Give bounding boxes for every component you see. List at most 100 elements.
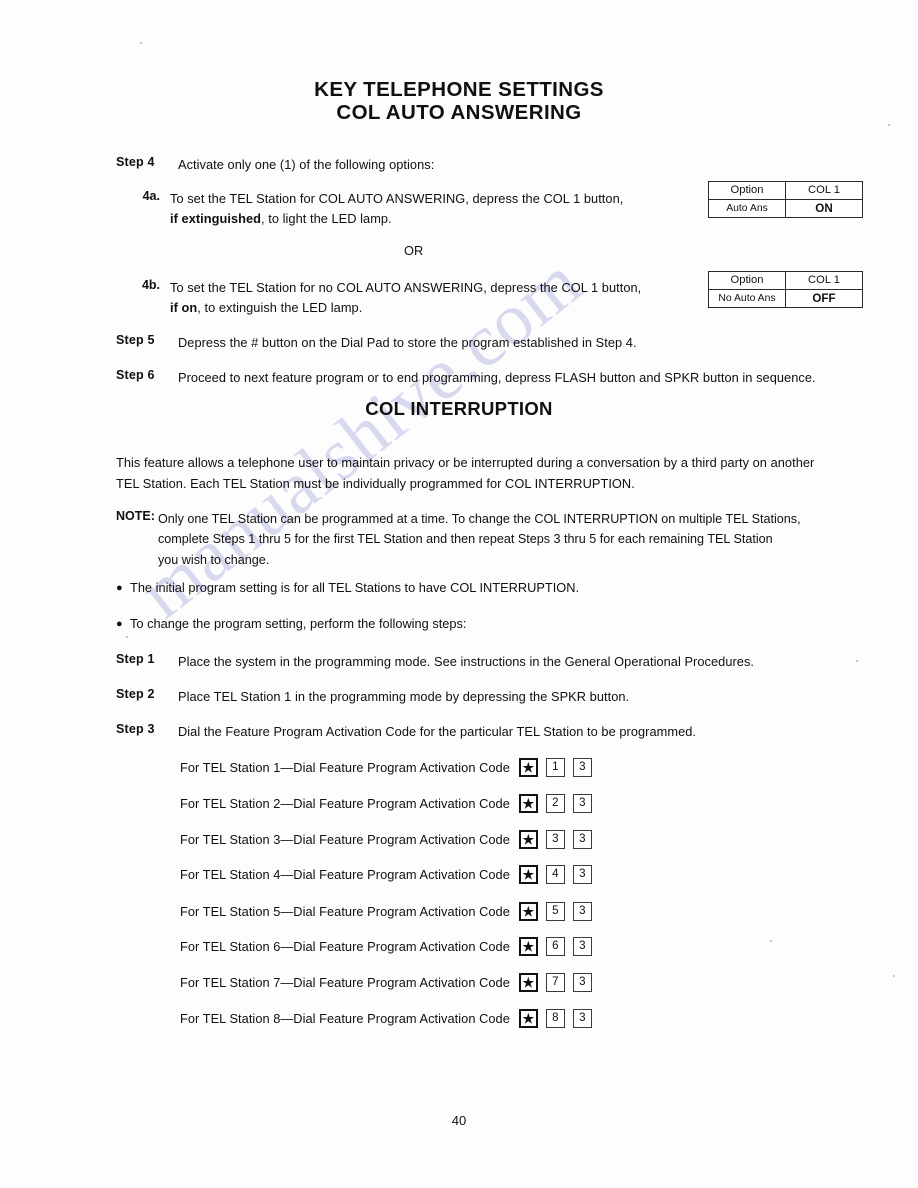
key-star-icon[interactable]: ★	[518, 758, 538, 777]
key-digit-feature[interactable]: 3	[572, 830, 592, 849]
step-6-label: Step 6	[116, 368, 155, 382]
activation-code-row-5: For TEL Station 5—Dial Feature Program A…	[180, 902, 600, 921]
scan-speckle	[126, 636, 128, 638]
step-4b-line2-rest: , to extinguish the LED lamp.	[197, 300, 363, 316]
page-number: 40	[451, 1113, 467, 1128]
step-4b-emphasis: if on	[170, 300, 198, 316]
table-header-row: Option COL 1	[708, 181, 863, 200]
keypad-sequence-1: ★ 1 3	[518, 758, 600, 777]
activation-code-text-7: For TEL Station 7—Dial Feature Program A…	[180, 975, 510, 990]
activation-code-text-6: For TEL Station 6—Dial Feature Program A…	[180, 939, 510, 954]
document-page: manualshive.com KEY TELEPHONE SETTINGS C…	[0, 0, 918, 1188]
page-title-line2: COL AUTO ANSWERING	[336, 101, 582, 124]
or-divider: OR	[404, 243, 424, 258]
step-4-label: Step 4	[116, 155, 155, 169]
key-digit-station[interactable]: 5	[545, 902, 565, 921]
activation-code-text-2: For TEL Station 2—Dial Feature Program A…	[180, 796, 510, 811]
key-digit-feature[interactable]: 3	[572, 902, 592, 921]
key-star-icon[interactable]: ★	[518, 830, 538, 849]
key-digit-feature[interactable]: 3	[572, 973, 592, 992]
key-digit-station[interactable]: 8	[545, 1009, 565, 1028]
auto-ans-on-header-option: Option	[708, 181, 786, 200]
step-4b-label: 4b.	[141, 278, 160, 292]
step-3-row: Step 3 Dial the Feature Program Activati…	[116, 722, 696, 742]
activation-code-text-5: For TEL Station 5—Dial Feature Program A…	[180, 904, 510, 919]
key-digit-feature[interactable]: 3	[572, 758, 592, 777]
activation-code-row-7: For TEL Station 7—Dial Feature Program A…	[180, 973, 600, 992]
keypad-sequence-2: ★ 2 3	[518, 794, 600, 813]
step-3-text: Dial the Feature Program Activation Code…	[178, 724, 697, 739]
activation-code-row-2: For TEL Station 2—Dial Feature Program A…	[180, 794, 600, 813]
bullet-text-1: To change the program setting, perform t…	[130, 616, 467, 631]
step-3-label: Step 3	[116, 722, 155, 736]
activation-code-text-3: For TEL Station 3—Dial Feature Program A…	[180, 832, 510, 847]
key-digit-feature[interactable]: 3	[572, 937, 592, 956]
intro-paragraph: This feature allows a telephone user to …	[116, 453, 858, 494]
scan-speckle	[140, 42, 142, 44]
key-star-icon[interactable]: ★	[518, 865, 538, 884]
activation-code-text-1: For TEL Station 1—Dial Feature Program A…	[180, 760, 510, 775]
activation-code-text-4: For TEL Station 4—Dial Feature Program A…	[180, 867, 510, 882]
bullet-text-0: The initial program setting is for all T…	[130, 580, 580, 595]
bullet-item-1: ● To change the program setting, perform…	[116, 616, 466, 631]
key-star-icon[interactable]: ★	[518, 794, 538, 813]
step-4-row: Step 4 Activate only one (1) of the foll…	[116, 155, 434, 175]
step-1-text: Place the system in the programming mode…	[178, 654, 755, 669]
auto-ans-on-value-state: ON	[785, 199, 863, 218]
scan-speckle	[893, 975, 895, 977]
key-digit-feature[interactable]: 3	[572, 865, 592, 884]
scan-speckle	[770, 940, 772, 942]
intro-line1: This feature allows a telephone user to …	[116, 455, 815, 470]
note-line3: you wish to change.	[158, 552, 270, 567]
activation-code-row-1: For TEL Station 1—Dial Feature Program A…	[180, 758, 600, 777]
auto-ans-on-header-col1: COL 1	[785, 181, 863, 200]
no-auto-ans-value-label: No Auto Ans	[708, 289, 786, 308]
step-6-row: Step 6 Proceed to next feature program o…	[116, 368, 816, 388]
step-2-label: Step 2	[116, 687, 155, 701]
step-2-row: Step 2 Place TEL Station 1 in the progra…	[116, 687, 629, 707]
key-digit-station[interactable]: 7	[545, 973, 565, 992]
key-digit-feature[interactable]: 3	[572, 1009, 592, 1028]
step-2-text: Place TEL Station 1 in the programming m…	[178, 689, 630, 704]
activation-code-row-6: For TEL Station 6—Dial Feature Program A…	[180, 937, 600, 956]
key-star-icon[interactable]: ★	[518, 973, 538, 992]
table-header-row: Option COL 1	[708, 271, 863, 290]
step-5-text: Depress the # button on the Dial Pad to …	[178, 335, 637, 350]
step-4a-row: 4a. To set the TEL Station for COL AUTO …	[116, 189, 736, 229]
step-4a-line2-rest: , to light the LED lamp.	[261, 211, 392, 227]
bullet-dot-icon: ●	[116, 582, 123, 594]
activation-code-row-8: For TEL Station 8—Dial Feature Program A…	[180, 1009, 600, 1028]
key-digit-station[interactable]: 3	[545, 830, 565, 849]
step-5-row: Step 5 Depress the # button on the Dial …	[116, 333, 637, 353]
activation-code-text-8: For TEL Station 8—Dial Feature Program A…	[180, 1011, 510, 1026]
step-5-label: Step 5	[116, 333, 155, 347]
step-4b-line2: if on, to extinguish the LED lamp.	[170, 298, 641, 318]
key-star-icon[interactable]: ★	[518, 1009, 538, 1028]
key-digit-station[interactable]: 2	[545, 794, 565, 813]
keypad-sequence-8: ★ 8 3	[518, 1009, 600, 1028]
no-auto-ans-header-option: Option	[708, 271, 786, 290]
step-4b-row: 4b. To set the TEL Station for no COL AU…	[116, 278, 736, 318]
key-digit-station[interactable]: 6	[545, 937, 565, 956]
key-digit-station[interactable]: 1	[545, 758, 565, 777]
keypad-sequence-6: ★ 6 3	[518, 937, 600, 956]
keypad-sequence-5: ★ 5 3	[518, 902, 600, 921]
auto-ans-on-value-label: Auto Ans	[708, 199, 786, 218]
step-1-row: Step 1 Place the system in the programmi…	[116, 652, 754, 672]
table-value-row: Auto Ans ON	[708, 199, 863, 218]
no-auto-ans-header-col1: COL 1	[785, 271, 863, 290]
step-4-text: Activate only one (1) of the following o…	[178, 157, 435, 172]
key-star-icon[interactable]: ★	[518, 937, 538, 956]
no-auto-ans-off-table: Option COL 1 No Auto Ans OFF	[708, 271, 863, 308]
keypad-sequence-4: ★ 4 3	[518, 865, 600, 884]
key-star-icon[interactable]: ★	[518, 902, 538, 921]
key-digit-feature[interactable]: 3	[572, 794, 592, 813]
note-block: NOTE: Only one TEL Station can be progra…	[116, 509, 856, 570]
activation-code-row-3: For TEL Station 3—Dial Feature Program A…	[180, 830, 600, 849]
step-4a-line2: if extinguished, to light the LED lamp.	[170, 209, 623, 229]
key-digit-station[interactable]: 4	[545, 865, 565, 884]
step-4a-emphasis: if extinguished	[170, 211, 262, 227]
step-4a-line1: To set the TEL Station for COL AUTO ANSW…	[170, 191, 624, 206]
page-title-line1: KEY TELEPHONE SETTINGS	[314, 78, 604, 101]
keypad-sequence-7: ★ 7 3	[518, 973, 600, 992]
